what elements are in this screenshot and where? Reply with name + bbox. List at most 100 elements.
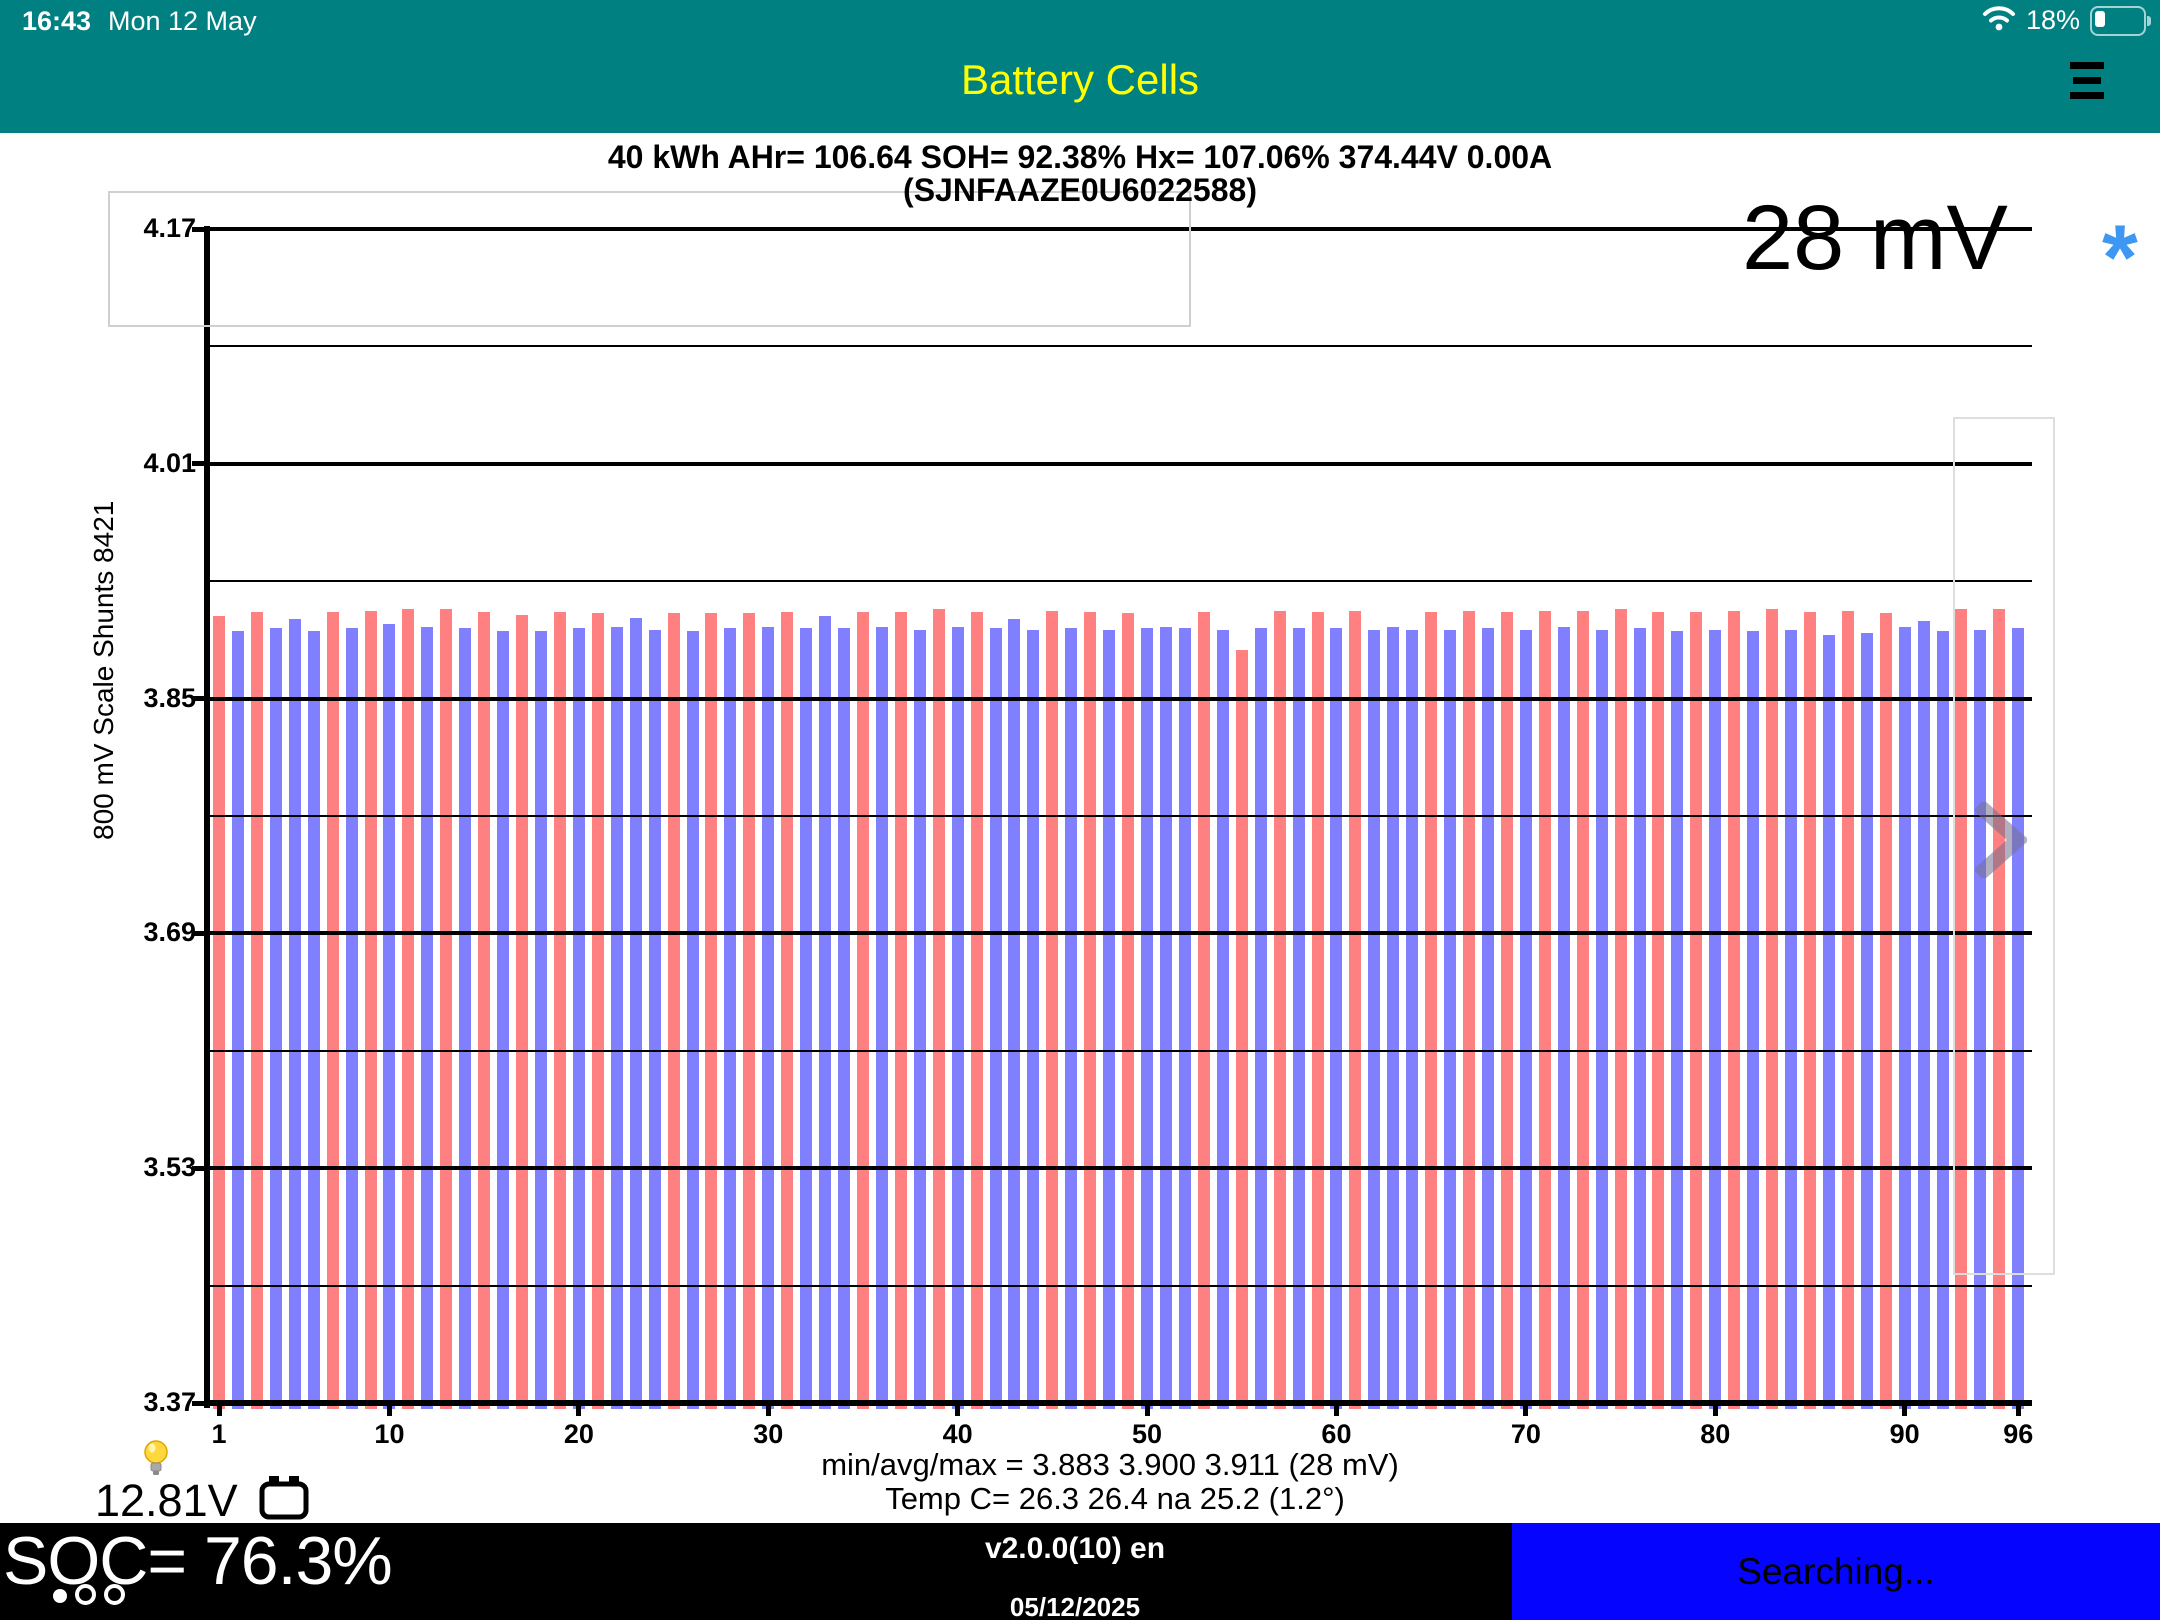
y-tick-label-3.69: 3.69 [86,917,196,948]
cell-bar-14 [459,628,471,1409]
cell-bar-44 [1027,630,1039,1409]
gridline-3.61 [208,1050,2032,1052]
connection-status-text: Searching... [1737,1551,1934,1593]
cell-bar-83 [1766,609,1778,1409]
cell-bar-36 [876,627,888,1409]
cell-bar-55 [1236,650,1248,1409]
cell-bar-76 [1634,628,1646,1409]
cell-bar-61 [1349,611,1361,1409]
cell-bar-45 [1046,611,1058,1409]
page-indicator[interactable] [53,1584,125,1605]
app-version-label: v2.0.0(10) en [960,1532,1190,1566]
bottom-date-label: 05/12/2025 [960,1592,1190,1623]
gridline-4.09 [208,345,2032,347]
cell-bar-20 [573,628,585,1409]
cell-bar-40 [952,627,964,1409]
cell-bar-62 [1368,630,1380,1409]
cell-bar-17 [516,615,528,1409]
x-tick-label-80: 80 [1675,1419,1755,1450]
y-axis-title: 800 mV Scale Shunts 8421 [88,800,120,840]
cell-bar-74 [1596,630,1608,1409]
12v-battery-icon[interactable] [258,1473,310,1526]
cell-bar-21 [592,613,604,1409]
min-avg-max-line: min/avg/max = 3.883 3.900 3.911 (28 mV) [0,1447,2160,1483]
cell-bar-3 [251,612,263,1409]
x-axis-line [204,1400,2032,1406]
cell-bar-18 [535,631,547,1409]
x-tick-label-20: 20 [539,1419,619,1450]
cell-bar-2 [232,631,244,1409]
cell-bar-77 [1652,612,1664,1409]
cell-bar-15 [478,612,490,1409]
gridline-4.01 [208,462,2032,466]
cell-bar-75 [1615,609,1627,1409]
aux-battery-voltage: 12.81V [95,1475,238,1527]
cell-bar-37 [895,612,907,1409]
gridline-3.53 [208,1166,2032,1170]
cell-bar-26 [687,631,699,1409]
y-axis-line [204,226,210,1408]
cell-bar-48 [1103,630,1115,1409]
bluetooth-active-asterisk: * [2102,212,2138,304]
cell-bar-51 [1160,627,1172,1409]
cell-bar-1 [213,616,225,1409]
cell-bar-70 [1520,630,1532,1409]
chart-touch-zone-top-left[interactable] [108,191,1191,327]
cell-bar-63 [1387,627,1399,1409]
cell-bar-82 [1747,631,1759,1409]
cell-bar-89 [1880,613,1892,1409]
cell-bar-38 [914,630,926,1409]
temperature-line: Temp C= 26.3 26.4 na 25.2 (1.2°) [0,1481,2160,1517]
cell-bar-69 [1501,612,1513,1409]
cell-bar-28 [724,628,736,1409]
cell-bar-29 [743,613,755,1409]
cell-bar-50 [1141,628,1153,1409]
cell-bar-85 [1804,612,1816,1409]
page-dot [104,1584,125,1605]
cell-bar-91 [1918,621,1930,1409]
cell-bar-5 [289,619,301,1409]
cell-bar-24 [649,630,661,1409]
cell-bar-13 [440,609,452,1409]
cell-bar-67 [1463,611,1475,1409]
cell-bar-81 [1728,611,1740,1409]
cell-bar-32 [800,628,812,1409]
cell-bar-84 [1785,630,1797,1409]
cell-bar-52 [1179,628,1191,1409]
x-tick-label-50: 50 [1107,1419,1187,1450]
cell-bar-9 [365,611,377,1409]
cell-bar-7 [327,612,339,1409]
cell-bar-35 [857,612,869,1409]
y-tick-label-4.01: 4.01 [86,448,196,479]
cell-bar-80 [1709,630,1721,1409]
cell-bar-22 [611,627,623,1409]
next-page-chevron-icon[interactable] [1975,802,2027,883]
cell-bar-92 [1937,631,1949,1409]
page-dot [75,1584,96,1605]
gridline-3.69 [208,931,2032,935]
cell-bar-86 [1823,635,1835,1409]
cell-bar-88 [1861,633,1873,1409]
cell-bar-49 [1122,613,1134,1409]
cell-bar-4 [270,628,282,1409]
gridline-3.77 [208,815,2032,817]
cell-bar-47 [1084,612,1096,1409]
cell-bar-71 [1539,611,1551,1409]
vin-label: (SJNFAAZE0U6022588) [0,172,2160,209]
cell-bar-43 [1008,619,1020,1409]
cell-bar-60 [1330,628,1342,1409]
cell-bar-59 [1312,612,1324,1409]
x-tick-label-70: 70 [1486,1419,1566,1450]
cell-bar-42 [990,628,1002,1409]
cell-bar-56 [1255,628,1267,1409]
cell-bar-79 [1690,612,1702,1409]
x-tick-label-10: 10 [349,1419,429,1450]
cell-bar-11 [402,609,414,1409]
connection-status-box[interactable]: Searching... [1512,1523,2160,1620]
cell-bar-39 [933,609,945,1409]
cell-bar-78 [1671,631,1683,1409]
cell-bar-25 [668,613,680,1409]
cell-bar-90 [1899,627,1911,1409]
cell-bar-31 [781,612,793,1409]
cell-bar-58 [1293,628,1305,1409]
